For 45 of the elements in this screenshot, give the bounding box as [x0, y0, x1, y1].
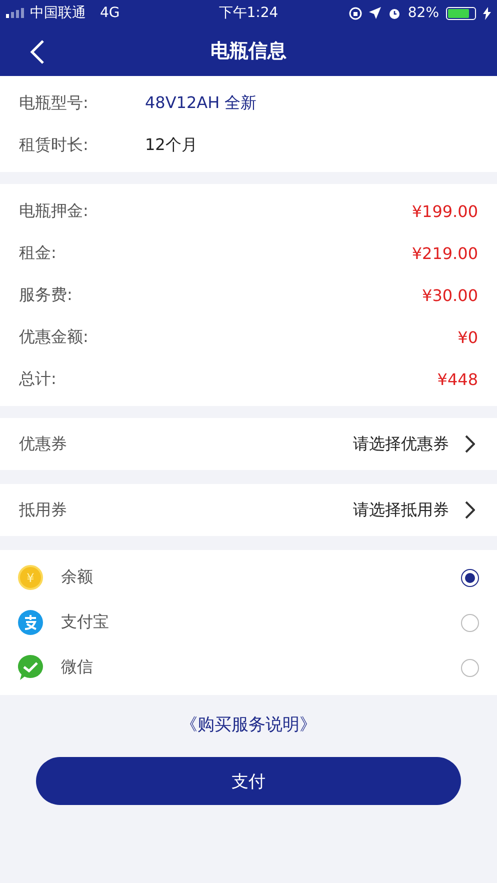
rotation-lock-icon — [348, 6, 362, 20]
carrier-name: 中国联通 — [30, 4, 86, 22]
alarm-clock-icon — [388, 6, 401, 20]
terms-link[interactable]: 《购买服务说明》 — [180, 713, 316, 736]
radio-button[interactable] — [461, 614, 479, 632]
chevron-right-icon — [465, 501, 475, 519]
pay-button[interactable]: 支付 — [36, 757, 461, 805]
voucher-select-text: 请选择优惠券 — [353, 434, 449, 454]
charging-bolt-icon — [483, 6, 491, 20]
network-type: 4G — [100, 5, 120, 21]
field-label: 电瓶型号: — [19, 92, 90, 114]
fee-label: 服务费: — [19, 284, 74, 306]
location-arrow-icon — [368, 7, 381, 19]
signal-icon — [6, 8, 24, 18]
field-value: 48V12AH 全新 — [145, 92, 257, 114]
voucher-label: 抵用券 — [19, 500, 67, 520]
fee-amount: ¥448 — [437, 370, 478, 388]
fee-amount: ¥0 — [458, 328, 478, 346]
field-label: 租赁时长: — [19, 134, 90, 156]
battery-percent: 82% — [408, 5, 439, 21]
payment-method-label: 余额 — [61, 567, 93, 588]
clock-time: 下午1:24 — [218, 5, 278, 21]
payment-method-label: 微信 — [61, 657, 93, 678]
fee-amount: ¥199.00 — [412, 202, 478, 220]
voucher-row[interactable]: 抵用券 请选择抵用券 — [0, 484, 497, 536]
fee-amount: ¥219.00 — [412, 244, 478, 262]
field-value: 12个月 — [145, 134, 198, 156]
voucher-row[interactable]: 优惠券 请选择优惠券 — [0, 418, 497, 470]
fee-label: 租金: — [19, 242, 58, 264]
coin-icon: ¥ — [18, 565, 43, 590]
radio-button[interactable] — [461, 658, 479, 676]
fee-amount: ¥30.00 — [422, 286, 478, 304]
radio-button[interactable] — [461, 568, 479, 586]
voucher-select-text: 请选择抵用券 — [353, 500, 449, 520]
fee-label: 电瓶押金: — [19, 200, 90, 222]
battery-icon — [446, 6, 476, 20]
chevron-right-icon — [465, 435, 475, 453]
fee-label: 优惠金额: — [19, 326, 90, 348]
voucher-label: 优惠券 — [19, 434, 67, 454]
back-icon[interactable] — [28, 39, 46, 65]
payment-method-label: 支付宝 — [61, 612, 109, 633]
page-title: 电瓶信息 — [210, 39, 286, 64]
alipay-icon — [18, 610, 43, 635]
fee-label: 总计: — [19, 368, 58, 390]
check-bubble-icon — [18, 655, 43, 680]
